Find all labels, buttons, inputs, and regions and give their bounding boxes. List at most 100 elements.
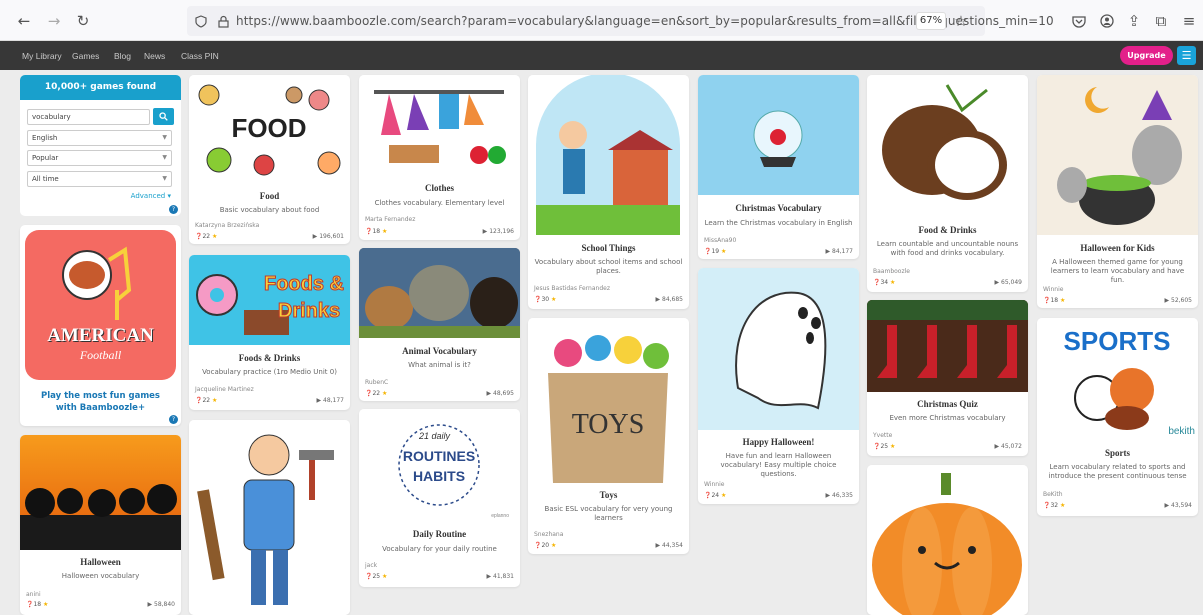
promo-logo-line1: AMERICAN [47,325,154,346]
bookmark-star-icon[interactable]: ☆ [952,12,970,30]
card-stats: ❓18 ★ [365,228,388,235]
card-description: Vocabulary for your daily routine [382,545,497,553]
card-title[interactable]: Animal Vocabulary [359,346,520,356]
game-card-sports[interactable]: SPORTS bekith Sports Learn vocabulary re… [1037,318,1198,516]
game-card-foods-drinks[interactable]: Foods & Drinks Foods & Drinks Vocabulary… [189,255,350,410]
card-author[interactable]: Winnie [704,481,724,488]
card-title[interactable]: Halloween [20,557,181,567]
zoom-level[interactable]: 67% [916,12,946,30]
card-stats: ❓20 ★ [534,542,557,549]
game-card-christmas-quiz[interactable]: Christmas Quiz Even more Christmas vocab… [867,300,1028,456]
lock-icon[interactable] [214,12,232,30]
card-title[interactable]: Happy Halloween! [698,437,859,447]
card-description: A Halloween themed game for young learne… [1050,258,1185,284]
results-count: 10,000+ games found [20,75,181,100]
advanced-link[interactable]: Advanced ▾ [131,192,171,200]
menu-icon[interactable]: ≡ [1180,12,1198,30]
card-author[interactable]: BeKith [1043,491,1063,498]
hamburger-button[interactable]: ☰ [1177,46,1196,65]
nav-blog[interactable]: Blog [114,51,131,61]
card-author[interactable]: Baamboozle [873,268,910,275]
help-icon[interactable]: ? [169,205,178,214]
extensions-icon[interactable]: ⧉ [1152,12,1170,30]
game-card-happy-halloween[interactable]: Happy Halloween! Have fun and learn Hall… [698,268,859,504]
card-description: Clothes vocabulary. Elementary level [374,199,505,207]
shield-icon[interactable] [192,12,210,30]
card-thumbnail [20,435,181,550]
card-title[interactable]: School Things [528,243,689,253]
card-title[interactable]: Food & Drinks [867,225,1028,235]
thumb-text: FOOD [231,113,306,143]
language-select[interactable]: English ▼ [27,130,172,146]
card-author[interactable]: RubenC [365,379,388,386]
thumb-text: SPORTS [1064,326,1171,356]
card-author[interactable]: Jesus Bastidas Fernandez [534,285,610,292]
nav-class-pin[interactable]: Class PIN [181,51,219,61]
help-icon[interactable]: ? [169,415,178,424]
game-card-food-drinks[interactable]: Food & Drinks Learn countable and uncoun… [867,75,1028,292]
game-card-pumpkin[interactable] [867,465,1028,615]
card-description: Vocabulary about school items and school… [534,258,683,275]
card-author[interactable]: MissAna90 [704,237,736,244]
card-question-count: 22 [372,390,381,397]
card-author[interactable]: anini [26,591,41,598]
card-question-count: 22 [202,397,211,404]
upgrade-button[interactable]: Upgrade [1120,46,1173,65]
card-plays: ▶ 45,072 [994,443,1022,450]
card-question-count: 30 [541,296,550,303]
card-title[interactable]: Christmas Vocabulary [698,203,859,213]
game-card-clothes[interactable]: Clothes Clothes vocabulary. Elementary l… [359,75,520,240]
game-card-toys[interactable]: TOYS Toys Basic ESL vocabulary for very … [528,318,689,554]
time-select[interactable]: All time ▼ [27,171,172,187]
card-plays: ▶ 84,685 [655,296,683,303]
address-bar[interactable]: https://www.baamboozle.com/search?param=… [187,6,1054,36]
game-card-animal-vocabulary[interactable]: Animal Vocabulary What animal is it? Rub… [359,248,520,401]
card-thumbnail [189,420,350,615]
card-title[interactable]: Toys [528,490,689,500]
game-card-school-things[interactable]: School Things Vocabulary about school it… [528,75,689,309]
card-author[interactable]: Snezhana [534,531,563,538]
nav-news[interactable]: News [144,51,165,61]
card-thumbnail [698,268,859,430]
search-input[interactable]: vocabulary [27,109,150,125]
card-title[interactable]: Food [189,191,350,201]
card-question-count: 25 [880,443,889,450]
share-icon[interactable]: ⇪ [1125,12,1143,30]
card-play-count: 65,049 [1001,279,1022,286]
card-author[interactable]: Katarzyna Brzezińska [195,222,259,229]
game-card-daily-routine[interactable]: ROUTINES HABITS 21 daily eplanno Daily R… [359,409,520,587]
card-stats: ❓25 ★ [365,573,388,580]
card-title[interactable]: Clothes [359,183,520,193]
card-thumbnail [867,300,1028,392]
card-author[interactable]: Yvette [873,432,892,439]
card-author[interactable]: Winnie [1043,286,1063,293]
card-author[interactable]: jack [365,562,377,569]
game-card-halloween[interactable]: Halloween Halloween vocabulary anini ❓18… [20,435,181,615]
nav-my-library[interactable]: My Library [22,51,62,61]
card-question-count: 24 [711,492,720,499]
promo-card[interactable]: AMERICAN Football Play the most fun game… [20,225,181,426]
account-icon[interactable] [1098,12,1116,30]
reload-icon[interactable]: ↻ [74,12,92,30]
card-title[interactable]: Foods & Drinks [189,353,350,363]
card-author[interactable]: Marta Fernandez [365,216,415,223]
search-button[interactable] [153,108,174,125]
nav-games[interactable]: Games [72,51,99,61]
game-card-christmas-vocabulary[interactable]: Christmas Vocabulary Learn the Christmas… [698,75,859,259]
card-stats: ❓22 ★ [365,390,388,397]
card-title[interactable]: Daily Routine [359,529,520,539]
game-card-food[interactable]: FOOD Food Basic vocabulary about food Ka… [189,75,350,244]
card-title[interactable]: Sports [1037,448,1198,458]
game-card-cartoon[interactable] [189,420,350,615]
card-title[interactable]: Christmas Quiz [867,399,1028,409]
pocket-icon[interactable] [1070,12,1088,30]
forward-icon[interactable]: → [45,12,63,30]
sort-select[interactable]: Popular ▼ [27,150,172,166]
game-card-halloween-for-kids[interactable]: Halloween for Kids A Halloween themed ga… [1037,75,1198,308]
card-title[interactable]: Halloween for Kids [1037,243,1198,253]
card-author[interactable]: Jacqueline Martinez [195,386,254,393]
promo-text[interactable]: Play the most fun games with Baamboozle+ [30,390,171,414]
back-icon[interactable]: ← [15,12,33,30]
svg-text:ROUTINES: ROUTINES [403,448,475,464]
card-description: Learn the Christmas vocabulary in Englis… [704,219,853,227]
